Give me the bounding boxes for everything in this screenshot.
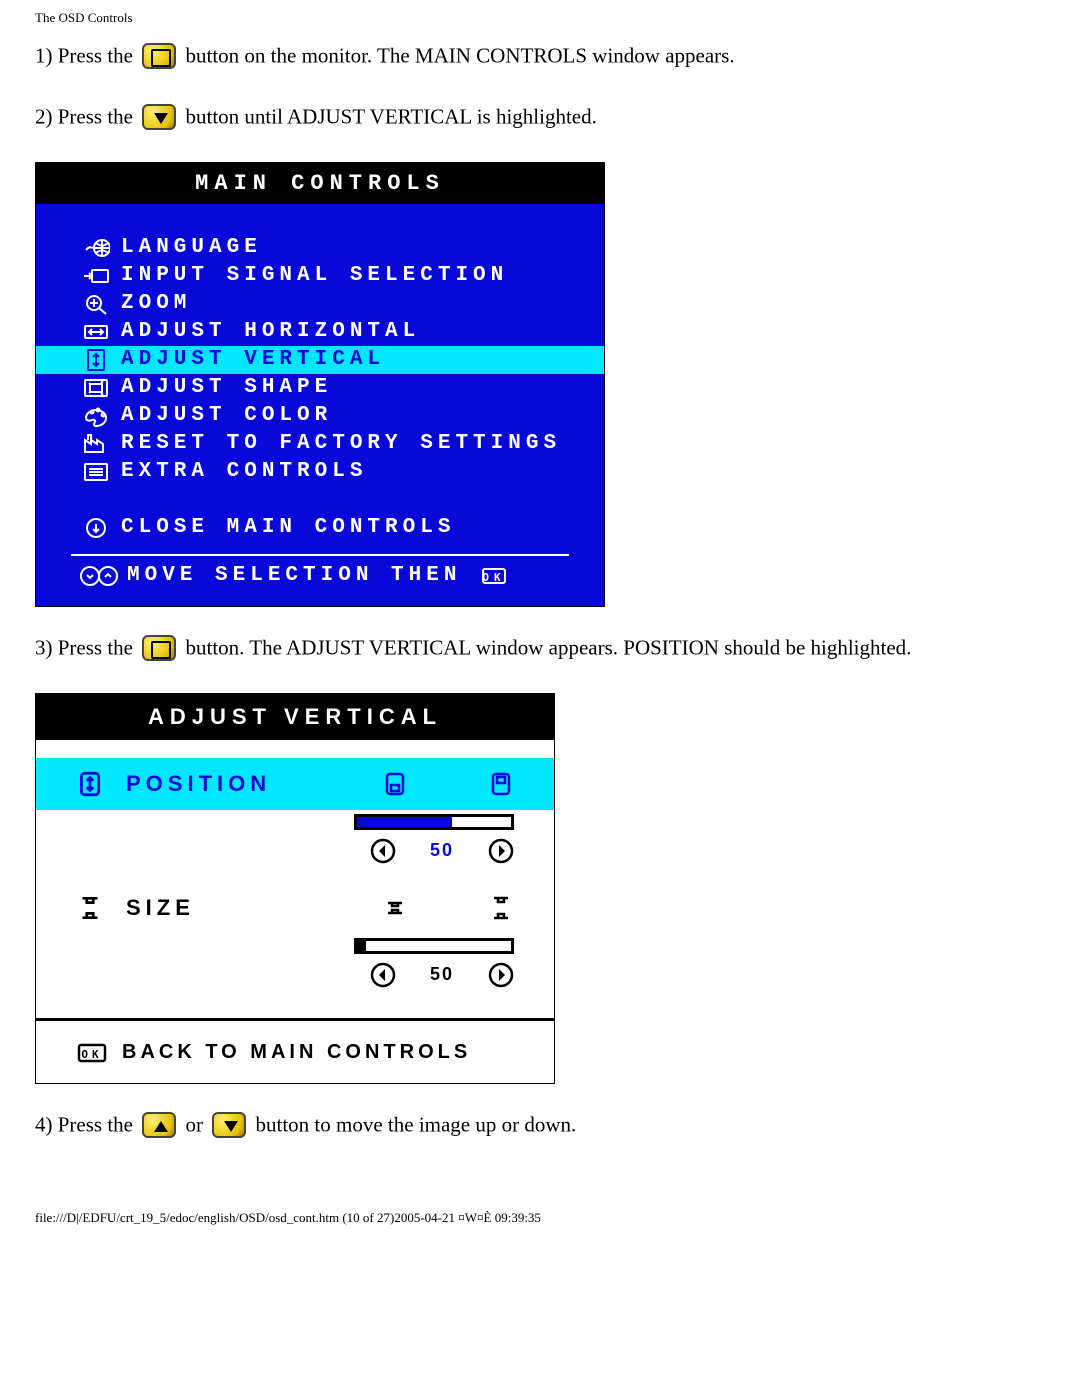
osd-item-input[interactable]: INPUT SIGNAL SELECTION (36, 262, 604, 290)
position-row[interactable]: POSITION (36, 758, 554, 810)
color-icon (82, 404, 110, 428)
back-to-main-row[interactable]: BACK TO MAIN CONTROLS (36, 1029, 554, 1083)
list-icon (82, 460, 110, 484)
document-page: The OSD Controls 1) Press the button on … (0, 0, 1080, 1256)
osd-item-zoom[interactable]: ZOOM (36, 290, 604, 318)
input-icon (82, 264, 110, 288)
up-button-icon (142, 1112, 176, 1138)
page-header: The OSD Controls (35, 10, 1050, 26)
adjust-vertical-window: ADJUST VERTICAL POSITION 50 (35, 693, 555, 1084)
arrow-right-icon[interactable] (488, 962, 514, 988)
instruction-step-2: 2) Press the button until ADJUST VERTICA… (35, 101, 1050, 132)
adjust-vertical-title: ADJUST VERTICAL (36, 694, 554, 740)
size-row[interactable]: SIZE (36, 882, 554, 934)
position-slider (36, 810, 554, 834)
ok-box-icon (76, 1041, 108, 1065)
size-small-icon (382, 895, 408, 921)
osd-item-vert[interactable]: ADJUST VERTICAL (36, 346, 604, 374)
instruction-step-3: 3) Press the button. The ADJUST VERTICAL… (35, 632, 1050, 663)
osd-item-list[interactable]: EXTRA CONTROLS (36, 458, 604, 486)
horiz-icon (82, 320, 110, 344)
osd-item-shape[interactable]: ADJUST SHAPE (36, 374, 604, 402)
osd-divider (71, 554, 569, 556)
size-controls: 50 (36, 958, 554, 1006)
zoom-icon (82, 292, 110, 316)
exit-icon (82, 516, 110, 540)
globe-icon (82, 236, 110, 260)
position-value: 50 (430, 840, 454, 861)
page-footer: file:///D|/EDFU/crt_19_5/edoc/english/OS… (35, 1210, 1050, 1226)
osd-item-label: ADJUST SHAPE (121, 376, 332, 399)
size-icon (76, 894, 104, 922)
osd-item-globe[interactable]: LANGUAGE (36, 234, 604, 262)
position-down-icon (382, 771, 408, 797)
position-controls: 50 (36, 834, 554, 882)
arrow-left-icon[interactable] (370, 838, 396, 864)
osd-item-color[interactable]: ADJUST COLOR (36, 402, 604, 430)
osd-item-label: INPUT SIGNAL SELECTION (121, 264, 508, 287)
osd-item-label: RESET TO FACTORY SETTINGS (121, 432, 561, 455)
factory-icon (82, 432, 110, 456)
ok-button-icon (142, 43, 176, 69)
updown-icon (79, 564, 119, 588)
osd-main-controls-window: MAIN CONTROLS LANGUAGE INPUT SIGNAL SELEC… (35, 162, 605, 607)
osd-close-row[interactable]: CLOSE MAIN CONTROLS (36, 514, 604, 542)
position-icon (76, 770, 104, 798)
position-up-icon (488, 771, 514, 797)
adj-divider (36, 1018, 554, 1021)
ok-box-icon (479, 564, 509, 588)
osd-item-label: LANGUAGE (121, 236, 262, 259)
osd-item-label: ZOOM (121, 292, 191, 315)
size-slider (36, 934, 554, 958)
instruction-step-1: 1) Press the button on the monitor. The … (35, 40, 1050, 71)
osd-item-factory[interactable]: RESET TO FACTORY SETTINGS (36, 430, 604, 458)
osd-item-label: EXTRA CONTROLS (121, 460, 367, 483)
osd-footer: MOVE SELECTION THEN (36, 560, 604, 596)
osd-item-horiz[interactable]: ADJUST HORIZONTAL (36, 318, 604, 346)
shape-icon (82, 376, 110, 400)
osd-item-label: ADJUST VERTICAL (121, 348, 385, 371)
osd-item-label: ADJUST COLOR (121, 404, 332, 427)
osd-item-label: ADJUST HORIZONTAL (121, 320, 420, 343)
arrow-right-icon[interactable] (488, 838, 514, 864)
arrow-left-icon[interactable] (370, 962, 396, 988)
osd-main-title: MAIN CONTROLS (36, 163, 604, 204)
down-button-icon (212, 1112, 246, 1138)
size-large-icon (488, 895, 514, 921)
vert-icon (82, 348, 110, 372)
osd-main-body: LANGUAGE INPUT SIGNAL SELECTION ZOOM ADJUST… (36, 204, 604, 606)
instruction-step-4: 4) Press the or button to move the image… (35, 1109, 1050, 1140)
down-button-icon (142, 104, 176, 130)
ok-button-icon (142, 635, 176, 661)
size-value: 50 (430, 964, 454, 985)
